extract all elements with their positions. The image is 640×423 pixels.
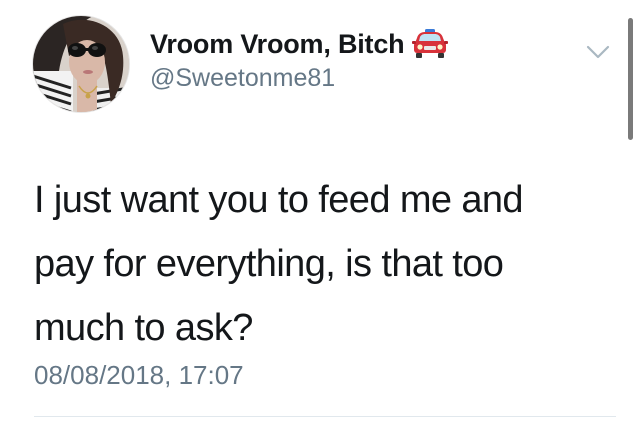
divider (34, 416, 616, 417)
avatar[interactable] (33, 16, 129, 112)
tweet-text-line: I just want you to feed me and (34, 179, 524, 221)
chevron-down-icon[interactable] (583, 40, 613, 64)
author-block: Vroom Vroom, Bitch @Sweetonme81 (150, 26, 449, 93)
display-name[interactable]: Vroom Vroom, Bitch (150, 29, 405, 60)
user-handle[interactable]: @Sweetonme81 (150, 64, 448, 93)
display-name-row: Vroom Vroom, Bitch (150, 26, 449, 62)
profile-photo (33, 16, 129, 112)
red-car-icon (412, 28, 449, 60)
tweet-timestamp[interactable]: 08/08/2018, 17:07 (34, 360, 244, 391)
scrollbar[interactable] (628, 18, 633, 140)
tweet-text-line: pay for everything, is that too (34, 243, 504, 285)
tweet-text-line: much to ask? (34, 307, 253, 349)
tweet-text: I just want you to feed me and pay for e… (34, 168, 594, 360)
tweet-card: Vroom Vroom, Bitch @Sweetonme81 I just w… (0, 0, 640, 423)
